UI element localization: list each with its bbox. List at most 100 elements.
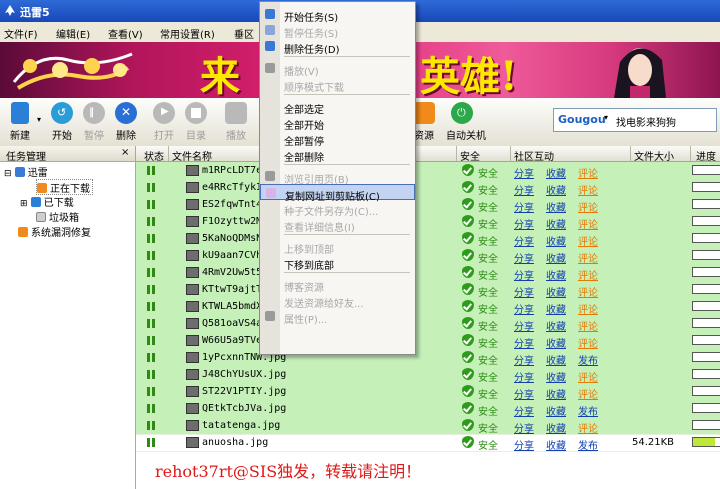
table-row[interactable]: F1Ozyttw2M. 安全 分享 收藏 评论 <box>136 213 720 231</box>
menu-edit[interactable]: 编辑(E) <box>56 26 90 41</box>
favorite-link[interactable]: 收藏 <box>546 250 566 265</box>
share-link[interactable]: 分享 <box>514 216 534 231</box>
start-button[interactable]: ↺ 开始 <box>46 102 78 144</box>
favorite-link[interactable]: 收藏 <box>546 335 566 350</box>
context-menu-item[interactable]: 复制网址到剪贴板(C) <box>260 184 415 203</box>
publish-link[interactable]: 发布 <box>578 403 598 418</box>
comment-link[interactable]: 评论 <box>578 335 598 350</box>
tree-item-thunder[interactable]: ⊟ 迅雷 <box>4 164 48 179</box>
menu-file[interactable]: 文件(F) <box>4 26 38 41</box>
tree-item-downloaded[interactable]: ⊞ 已下载 <box>20 194 74 209</box>
favorite-link[interactable]: 收藏 <box>546 233 566 248</box>
share-link[interactable]: 分享 <box>514 352 534 367</box>
table-row[interactable]: 1yPcxnnTNW.jpg 安全 分享 收藏 发布 <box>136 349 720 367</box>
context-menu-item[interactable]: 播放(V) <box>260 60 415 78</box>
share-link[interactable]: 分享 <box>514 233 534 248</box>
table-row[interactable]: tatatenga.jpg 安全 分享 收藏 评论 <box>136 417 720 435</box>
favorite-link[interactable]: 收藏 <box>546 165 566 180</box>
share-link[interactable]: 分享 <box>514 267 534 282</box>
table-row[interactable]: J48ChYUsUX.jpg 安全 分享 收藏 评论 <box>136 366 720 384</box>
favorite-link[interactable]: 收藏 <box>546 182 566 197</box>
favorite-link[interactable]: 收藏 <box>546 267 566 282</box>
search-input[interactable]: 找电影来狗狗 <box>616 114 676 129</box>
col-progress[interactable]: 进度 <box>696 148 716 163</box>
tree-item-patch[interactable]: 系统漏洞修复 <box>18 224 91 239</box>
favorite-link[interactable]: 收藏 <box>546 352 566 367</box>
comment-link[interactable]: 评论 <box>578 216 598 231</box>
table-row[interactable]: ES2fqwTnt4. 安全 分享 收藏 评论 <box>136 196 720 214</box>
col-community[interactable]: 社区互动 <box>514 148 554 163</box>
comment-link[interactable]: 评论 <box>578 267 598 282</box>
share-link[interactable]: 分享 <box>514 165 534 180</box>
share-link[interactable]: 分享 <box>514 301 534 316</box>
table-row[interactable]: anuosha.jpg 安全 分享 收藏 发布 54.21KB <box>136 434 720 452</box>
auto-shutdown-button[interactable]: ⏻ 自动关机 <box>446 102 486 144</box>
table-row[interactable]: ST22V1PTIY.jpg 安全 分享 收藏 评论 <box>136 383 720 401</box>
table-row[interactable]: kU9aan7CVh. 安全 分享 收藏 评论 <box>136 247 720 265</box>
table-row[interactable]: KTWLA5bmdX. 安全 分享 收藏 评论 <box>136 298 720 316</box>
comment-link[interactable]: 评论 <box>578 386 598 401</box>
table-row[interactable]: e4RRcTfykI. 安全 分享 收藏 评论 <box>136 179 720 197</box>
context-menu-item[interactable]: 查看详细信息(I) <box>260 216 415 234</box>
favorite-link[interactable]: 收藏 <box>546 318 566 333</box>
context-menu-item[interactable]: 全部选定 <box>260 98 415 116</box>
col-status[interactable]: 状态 <box>144 148 164 163</box>
open-button[interactable]: ▶ 打开 <box>148 102 180 144</box>
share-link[interactable]: 分享 <box>514 437 534 452</box>
comment-link[interactable]: 评论 <box>578 420 598 435</box>
favorite-link[interactable]: 收藏 <box>546 437 566 452</box>
context-menu-item[interactable]: 种子文件另存为(C)... <box>260 200 415 218</box>
table-row[interactable]: 5KaNoQDMsN. 安全 分享 收藏 评论 <box>136 230 720 248</box>
tree-item-trash[interactable]: 垃圾箱 <box>36 209 79 224</box>
col-safety[interactable]: 安全 <box>460 148 480 163</box>
col-divider[interactable] <box>630 146 631 161</box>
share-link[interactable]: 分享 <box>514 386 534 401</box>
close-icon[interactable]: × <box>121 147 129 158</box>
share-link[interactable]: 分享 <box>514 369 534 384</box>
share-link[interactable]: 分享 <box>514 335 534 350</box>
publish-link[interactable]: 发布 <box>578 437 598 452</box>
favorite-link[interactable]: 收藏 <box>546 301 566 316</box>
col-divider[interactable] <box>456 146 457 161</box>
context-menu-item[interactable]: 博客资源 <box>260 276 415 294</box>
collapse-icon[interactable]: ⊟ <box>4 169 12 179</box>
context-menu-item[interactable]: 发送资源给好友... <box>260 292 415 310</box>
context-menu-item[interactable]: 属性(P)... <box>260 308 415 326</box>
context-menu-item[interactable]: 全部开始 <box>260 114 415 132</box>
comment-link[interactable]: 评论 <box>578 182 598 197</box>
col-divider[interactable] <box>690 146 691 161</box>
table-row[interactable]: KTtwT9ajtT. 安全 分享 收藏 评论 <box>136 281 720 299</box>
share-link[interactable]: 分享 <box>514 199 534 214</box>
search-dropdown-icon[interactable]: ▾ <box>604 113 608 122</box>
share-link[interactable]: 分享 <box>514 403 534 418</box>
tree-item-downloading[interactable]: 正在下载 <box>36 179 93 195</box>
favorite-link[interactable]: 收藏 <box>546 284 566 299</box>
col-divider[interactable] <box>510 146 511 161</box>
favorite-link[interactable]: 收藏 <box>546 403 566 418</box>
favorite-link[interactable]: 收藏 <box>546 199 566 214</box>
pause-button[interactable]: ‖ 暂停 <box>78 102 110 144</box>
comment-link[interactable]: 评论 <box>578 199 598 214</box>
publish-link[interactable]: 发布 <box>578 352 598 367</box>
share-link[interactable]: 分享 <box>514 420 534 435</box>
play-button[interactable]: 播放 <box>220 102 252 144</box>
menu-view[interactable]: 查看(V) <box>108 26 143 41</box>
comment-link[interactable]: 评论 <box>578 233 598 248</box>
favorite-link[interactable]: 收藏 <box>546 386 566 401</box>
new-dropdown-arrow-icon[interactable]: ▾ <box>37 115 41 124</box>
comment-link[interactable]: 评论 <box>578 301 598 316</box>
menu-more[interactable]: 垂区 <box>234 26 254 41</box>
comment-link[interactable]: 评论 <box>578 165 598 180</box>
favorite-link[interactable]: 收藏 <box>546 420 566 435</box>
context-menu-item[interactable]: 删除任务(D) <box>260 38 415 56</box>
favorite-link[interactable]: 收藏 <box>546 369 566 384</box>
context-menu-item[interactable]: 下移到底部 <box>260 254 415 272</box>
context-menu-item[interactable]: 上移到顶部 <box>260 238 415 256</box>
comment-link[interactable]: 评论 <box>578 250 598 265</box>
expand-icon[interactable]: ⊞ <box>20 199 28 209</box>
new-task-button[interactable]: 新建 <box>4 102 36 144</box>
directory-button[interactable]: 目录 <box>180 102 212 144</box>
table-row[interactable]: QEtkTcbJVa.jpg 安全 分享 收藏 发布 <box>136 400 720 418</box>
table-row[interactable]: m1RPcLDT7e. 安全 分享 收藏 评论 <box>136 162 720 180</box>
comment-link[interactable]: 评论 <box>578 369 598 384</box>
